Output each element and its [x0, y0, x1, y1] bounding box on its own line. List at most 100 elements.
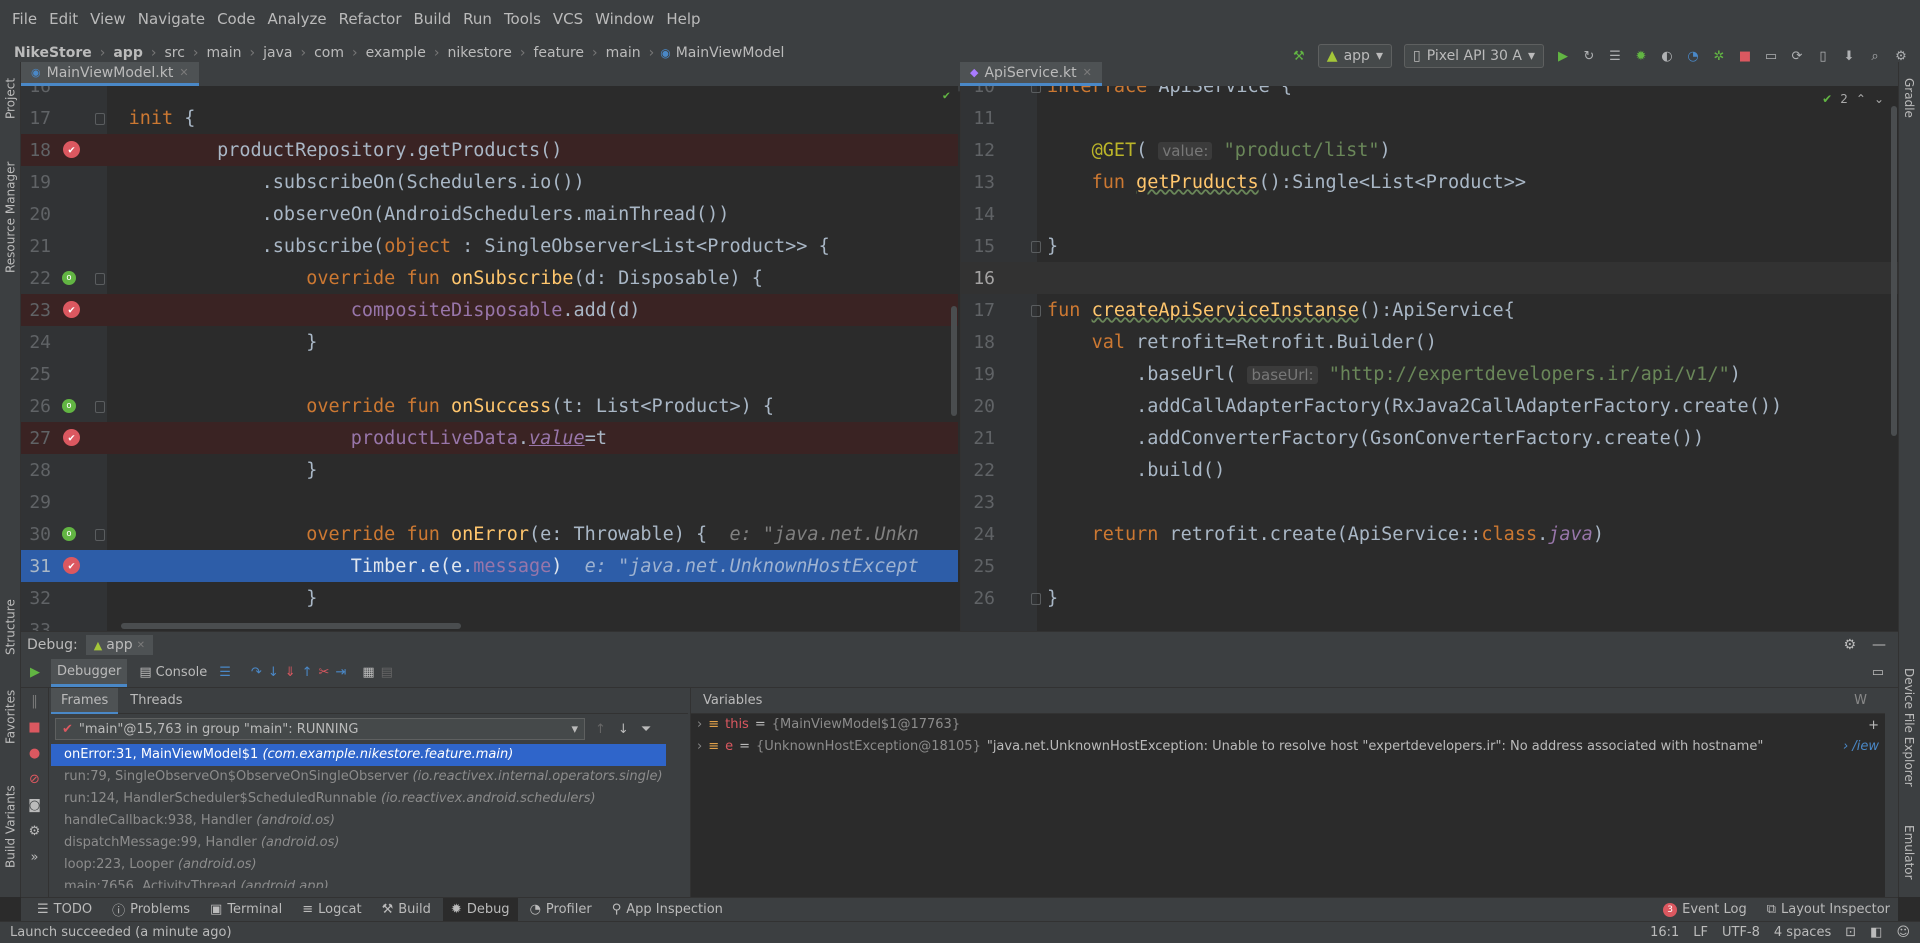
tab-apiservice[interactable]: ◆ ApiService.kt ✕ — [960, 62, 1102, 86]
debug-session-tab[interactable]: ▲ app ✕ — [85, 635, 153, 655]
menu-build[interactable]: Build — [408, 0, 458, 38]
settings-icon[interactable]: ⚙ — [29, 824, 41, 839]
tab-logcat[interactable]: ≡ Logcat — [294, 898, 369, 922]
override-icon[interactable]: o — [62, 399, 76, 413]
structure-tool-tab[interactable]: Structure — [0, 592, 21, 662]
fold-marker[interactable] — [1031, 86, 1041, 93]
stop-icon[interactable]: ■ — [1734, 45, 1756, 67]
run-config-select[interactable]: ▲ app ▾ — [1317, 44, 1392, 68]
device-manager-icon[interactable]: ▯ — [1812, 45, 1834, 67]
stop-icon[interactable]: ■ — [28, 720, 40, 735]
file-encoding[interactable]: UTF-8 — [1722, 925, 1760, 940]
tab-build[interactable]: ⚒ Build — [374, 898, 439, 922]
status-message[interactable]: Launch succeeded (a minute ago) — [10, 925, 232, 940]
lock-icon[interactable]: ⊡ — [1845, 925, 1856, 940]
close-icon[interactable]: ✕ — [137, 640, 145, 651]
device-file-explorer-tool-tab[interactable]: Device File Explorer — [1898, 652, 1920, 802]
override-icon[interactable]: o — [62, 271, 76, 285]
tab-app-inspection[interactable]: ⚲ App Inspection — [604, 898, 731, 922]
evaluate-icon[interactable]: ▦ — [352, 665, 374, 680]
debug-icon[interactable]: ✹ — [1630, 45, 1652, 67]
search-icon[interactable]: ⌕ — [1864, 45, 1886, 67]
resume-icon[interactable]: ▶ — [25, 665, 45, 680]
horizontal-scrollbar[interactable] — [121, 623, 461, 629]
crumb-class[interactable]: MainViewModel — [674, 45, 787, 61]
chevron-right-icon[interactable]: › — [697, 714, 702, 736]
crumb-project[interactable]: NikeStore — [12, 45, 94, 61]
face-icon[interactable]: ☺ — [1896, 925, 1910, 940]
chevron-right-icon[interactable]: › — [697, 736, 702, 758]
frame-item[interactable]: handleCallback:938, Handler (android.os) — [51, 810, 666, 832]
crumb-nikestore[interactable]: nikestore — [445, 45, 513, 61]
vertical-scrollbar[interactable] — [951, 306, 957, 416]
chevron-up-icon[interactable]: ⌃ — [1856, 92, 1866, 106]
breakpoint-icon[interactable]: ✔ — [63, 557, 80, 574]
caret-position[interactable]: 16:1 — [1650, 925, 1679, 940]
fold-marker[interactable] — [1031, 241, 1041, 253]
override-icon[interactable]: o — [62, 527, 76, 541]
arrow-down-icon[interactable]: ↓ — [612, 722, 635, 737]
mute-breakpoints-icon[interactable]: ⊘ — [29, 772, 40, 787]
frame-item[interactable]: dispatchMessage:99, Handler (android.os) — [51, 832, 666, 854]
menu-tools[interactable]: Tools — [498, 0, 547, 38]
profile-icon[interactable]: ◔ — [1682, 45, 1704, 67]
crumb-com[interactable]: com — [312, 45, 346, 61]
thread-select[interactable]: ✔ "main"@15,763 in group "main": RUNNING… — [55, 718, 585, 740]
minimize-icon[interactable]: — — [1872, 637, 1898, 653]
drop-frame-icon[interactable]: ✂ — [319, 665, 330, 680]
project-structure-icon[interactable]: ▭ — [1760, 45, 1782, 67]
menu-vcs[interactable]: VCS — [547, 0, 589, 38]
indent-setting[interactable]: 4 spaces — [1774, 925, 1831, 940]
chevron-down-icon[interactable]: ⌄ — [1874, 92, 1884, 106]
resource-manager-tool-tab[interactable]: Resource Manager — [0, 152, 21, 282]
tab-console[interactable]: ▤ Console — [133, 659, 213, 687]
menu-analyze[interactable]: Analyze — [261, 0, 332, 38]
view-breakpoints-icon[interactable]: ● — [29, 746, 40, 761]
favorites-tool-tab[interactable]: Favorites — [0, 682, 21, 752]
fold-marker[interactable] — [95, 401, 105, 413]
crumb-feature[interactable]: feature — [531, 45, 586, 61]
view-link[interactable]: › /iew — [1843, 739, 1879, 754]
variable-row[interactable]: › ≡ e = {UnknownHostException@18105} "jav… — [691, 736, 1885, 758]
menu-refactor[interactable]: Refactor — [333, 0, 408, 38]
close-icon[interactable]: ✕ — [1083, 66, 1092, 79]
frame-item[interactable]: run:124, HandlerScheduler$ScheduledRunna… — [51, 788, 666, 810]
crumb-main[interactable]: main — [205, 45, 244, 61]
build-variants-tool-tab[interactable]: Build Variants — [0, 772, 21, 882]
crumb-example[interactable]: example — [364, 45, 428, 61]
menu-view[interactable]: View — [84, 0, 132, 38]
menu-window[interactable]: Window — [589, 0, 660, 38]
pause-icon[interactable]: ‖ — [31, 694, 38, 709]
menu-navigate[interactable]: Navigate — [132, 0, 211, 38]
editor-apiservice[interactable]: 10 interface ApiService { 11 12 @GET( va… — [960, 86, 1898, 631]
run-icon[interactable]: ▶ — [1552, 45, 1574, 67]
tab-todo[interactable]: ☰ TODO — [29, 898, 100, 922]
frame-item[interactable]: run:79, SingleObserveOn$ObserveOnSingleO… — [51, 766, 666, 788]
crumb-module[interactable]: app — [111, 45, 145, 61]
tab-threads[interactable]: Threads — [120, 688, 192, 714]
breakpoint-icon[interactable]: ✔ — [63, 141, 80, 158]
add-icon[interactable]: + — [1868, 718, 1879, 733]
editor-mainviewmodel[interactable]: 16 17 init { 18 ✔ productRepository.getP… — [21, 86, 958, 631]
variable-row[interactable]: › ≡ this = {MainViewModel$1@17763} — [691, 714, 1885, 736]
inspection-widget[interactable]: ✔ 2 ⌃ ⌄ — [1822, 92, 1884, 106]
breakpoint-icon[interactable]: ✔ — [63, 429, 80, 446]
sync-icon[interactable]: ⟳ — [1786, 45, 1808, 67]
tab-debug[interactable]: ✹ Debug — [442, 897, 518, 922]
menu-help[interactable]: Help — [660, 0, 706, 38]
gradle-tool-tab[interactable]: Gradle — [1898, 68, 1920, 128]
more-icon[interactable]: » — [31, 850, 39, 865]
step-into-icon[interactable]: ↓ — [268, 665, 279, 680]
tab-terminal[interactable]: ▣ Terminal — [202, 898, 290, 922]
breakpoint-icon[interactable]: ✔ — [63, 301, 80, 318]
tab-frames[interactable]: Frames — [51, 687, 119, 714]
sdk-manager-icon[interactable]: ⬇ — [1838, 45, 1860, 67]
fold-marker[interactable] — [95, 273, 105, 285]
menu-file[interactable]: File — [6, 0, 43, 38]
menu-run[interactable]: Run — [457, 0, 498, 38]
menu-code[interactable]: Code — [211, 0, 261, 38]
camera-icon[interactable]: ◙ — [28, 798, 41, 813]
arrow-up-icon[interactable]: ↑ — [589, 722, 612, 737]
filter-icon[interactable]: ⏷ — [635, 722, 657, 737]
step-over-icon[interactable]: ↷ — [237, 665, 262, 680]
